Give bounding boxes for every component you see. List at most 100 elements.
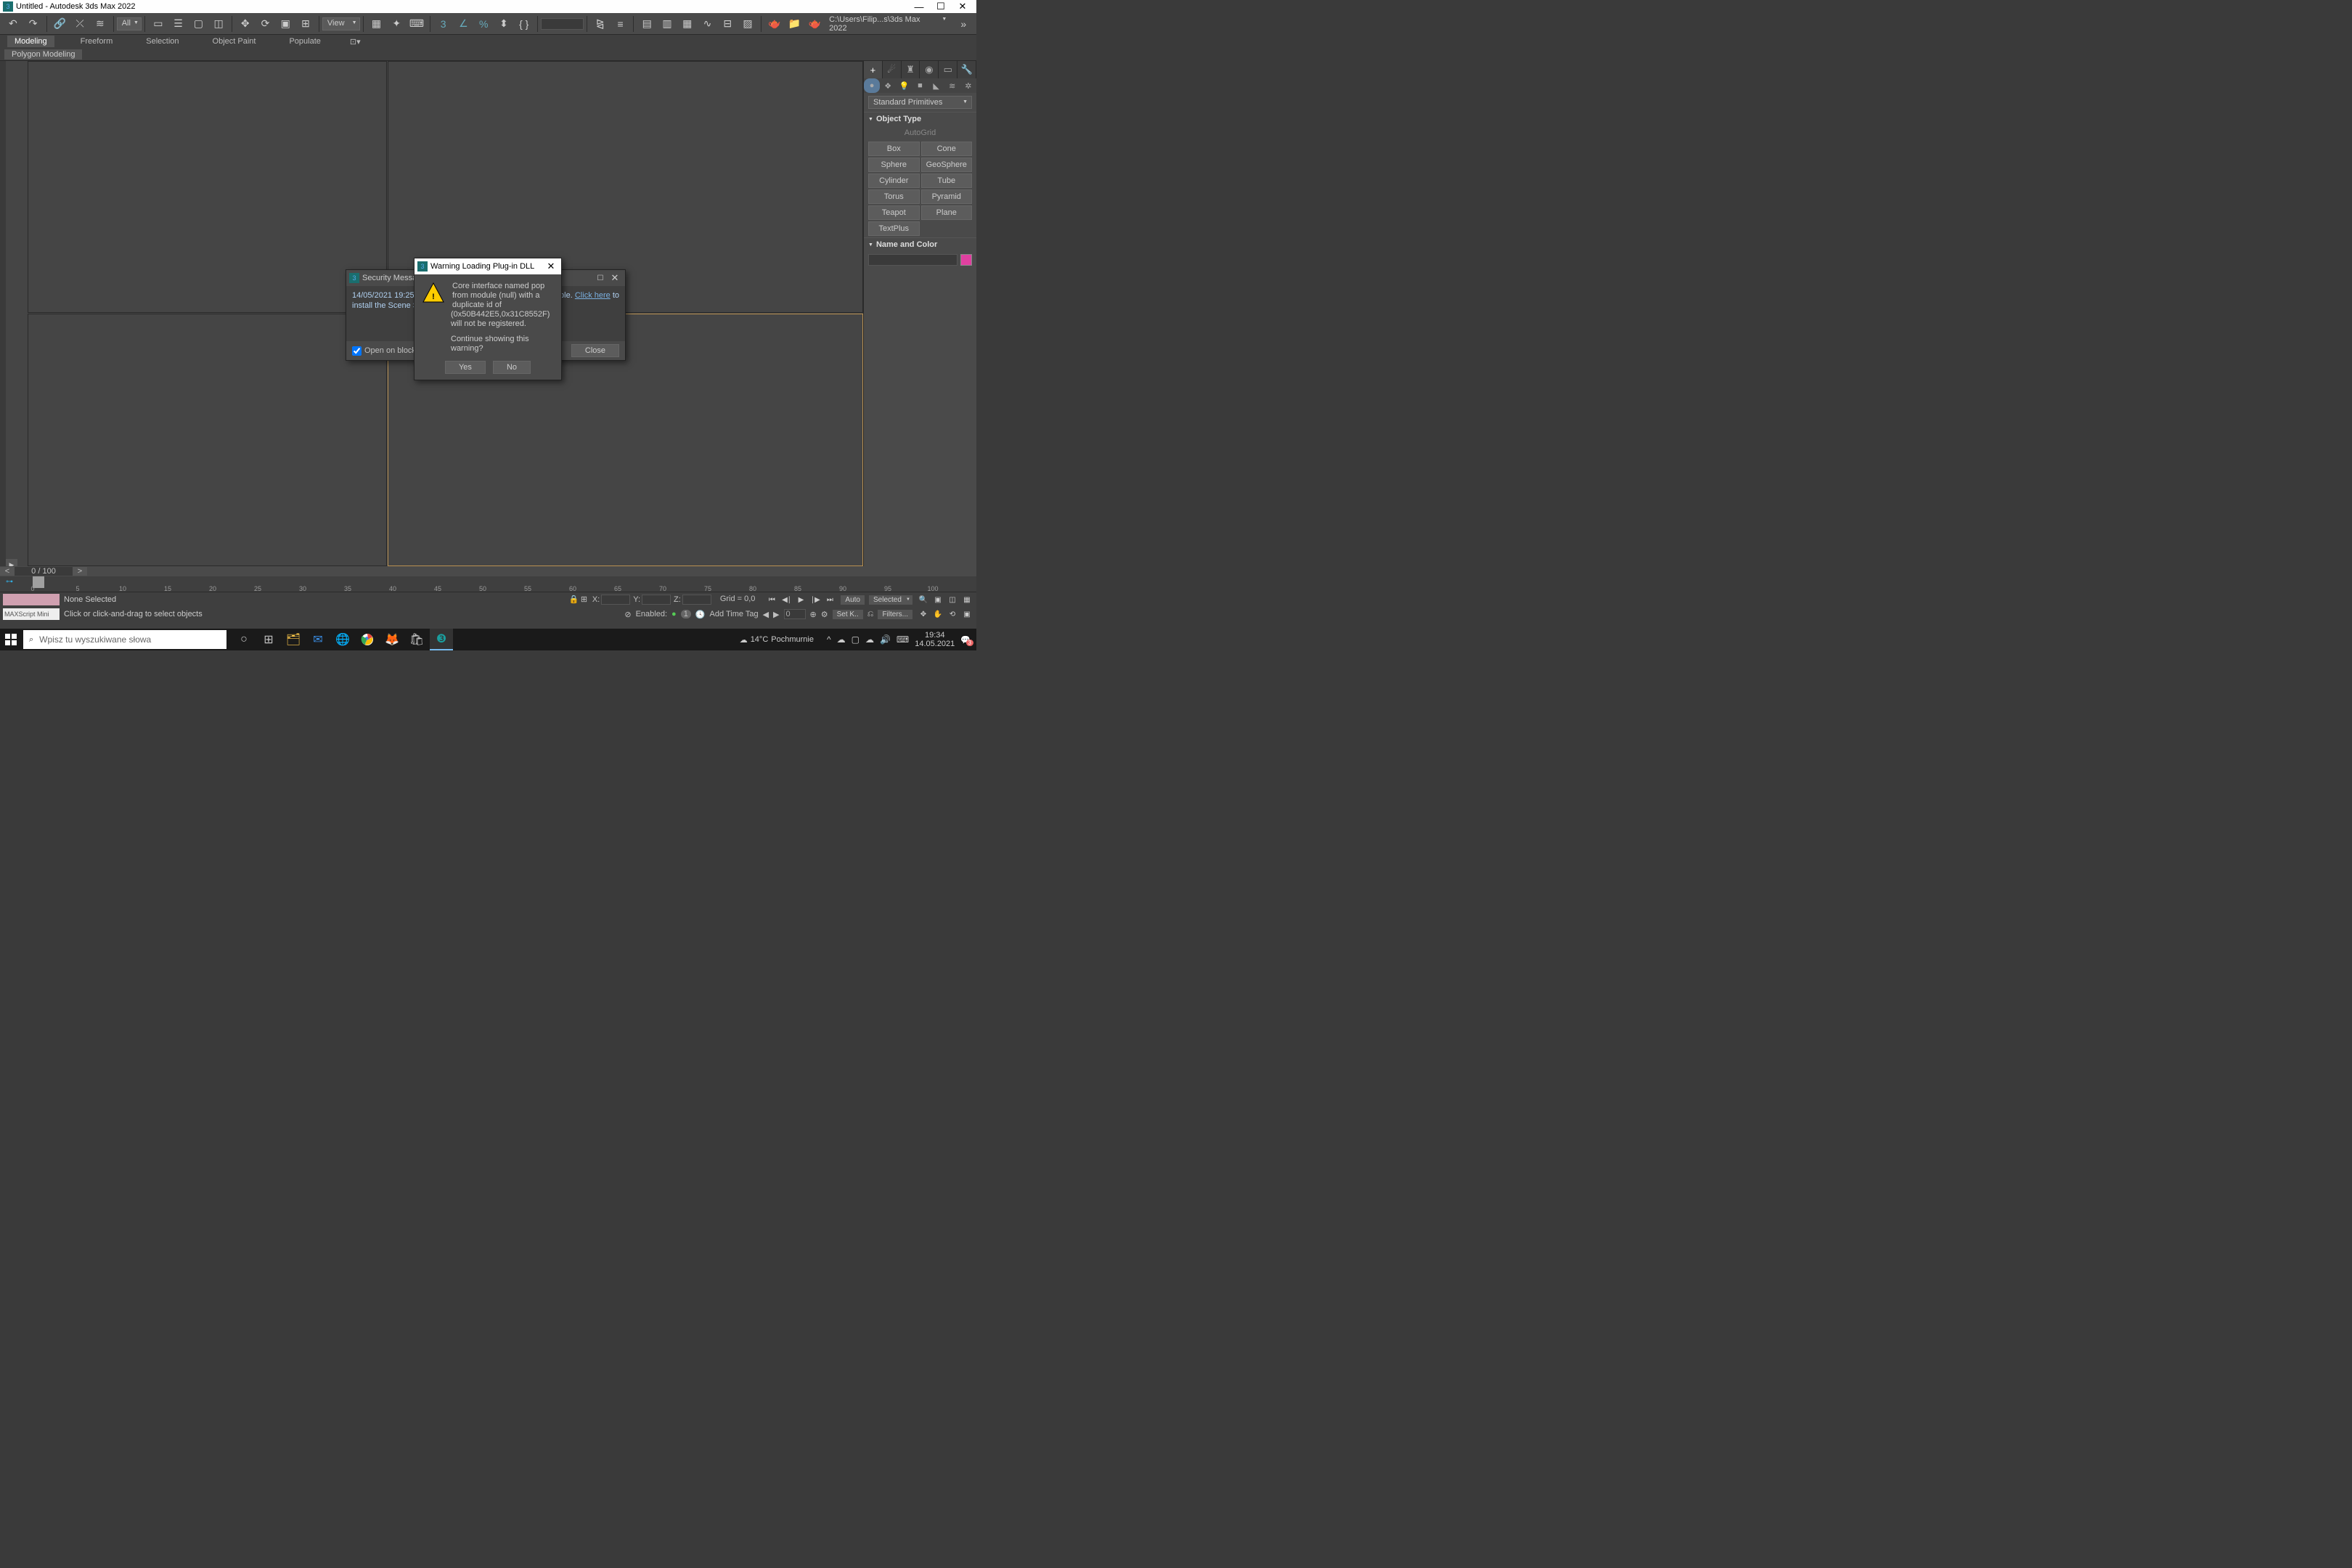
x-input[interactable] [601, 595, 630, 605]
ribbon-expand-button[interactable]: ⊡▾ [347, 36, 364, 48]
link-button[interactable]: 🔗 [51, 15, 68, 33]
named-selection-input[interactable] [541, 18, 584, 30]
volume-icon[interactable]: 🔊 [880, 634, 891, 645]
set-key-button[interactable]: Set K.. [833, 610, 863, 619]
layer-explorer-button[interactable]: ▤ [638, 15, 656, 33]
cmd-sub-geometry[interactable]: ● [864, 78, 880, 93]
timeline[interactable]: ⊶ 05101520253035404550556065707580859095… [0, 576, 976, 592]
rect-select-button[interactable]: ▢ [189, 15, 207, 33]
key-mode-button[interactable]: ⚙ [821, 610, 828, 619]
toggle-ribbon-button[interactable]: ▥ [658, 15, 676, 33]
timeline-key-icon[interactable]: ⊶ [6, 578, 13, 586]
next-frame-button[interactable]: ∣▶ [809, 594, 822, 605]
material-editor-button[interactable]: ⊟ [719, 15, 736, 33]
select-name-button[interactable]: ☰ [170, 15, 187, 33]
snap-3d-button[interactable]: 3 [435, 15, 452, 33]
language-icon[interactable]: ⌨ [897, 634, 909, 645]
curve-editor-button[interactable]: ▦ [679, 15, 696, 33]
firefox-icon[interactable]: 🦊 [380, 629, 404, 650]
move-button[interactable]: ✥ [237, 15, 254, 33]
render-frame-button[interactable]: 🫖 [766, 15, 783, 33]
lock-icon[interactable]: 🔒 [569, 595, 578, 605]
zoom-all-button[interactable]: ▣ [931, 594, 944, 605]
meet-now-icon[interactable]: ▢ [852, 634, 859, 645]
manipulate-button[interactable]: ✦ [388, 15, 405, 33]
taskbar-search[interactable]: ⌕ Wpisz tu wyszukiwane słowa [23, 630, 226, 649]
network-icon[interactable]: ☁ [865, 634, 874, 645]
obj-btn-torus[interactable]: Torus [868, 189, 920, 204]
constraint-button[interactable]: { } [515, 15, 533, 33]
cmd-tab-display[interactable]: ▭ [939, 61, 957, 78]
align-button[interactable]: ≡ [612, 15, 629, 33]
frame-next-button[interactable]: > [73, 567, 87, 576]
cmd-sub-cameras[interactable]: ■ [912, 78, 928, 93]
render-last-button[interactable]: 📁 [786, 15, 804, 33]
object-color-swatch[interactable] [960, 254, 972, 266]
security-maximize-button[interactable]: ☐ [593, 274, 608, 282]
spinner-snap-button[interactable]: ⬍ [495, 15, 513, 33]
close-button[interactable]: ✕ [952, 1, 973, 12]
sub-ribbon-polygon[interactable]: Polygon Modeling [4, 49, 82, 60]
rollout-name-color[interactable]: Name and Color [864, 237, 976, 251]
add-time-tag[interactable]: Add Time Tag [710, 610, 759, 618]
obj-btn-pyramid[interactable]: Pyramid [921, 189, 973, 204]
object-name-input[interactable] [868, 254, 957, 266]
walk-button[interactable]: ⟲ [946, 608, 959, 620]
render-setup-button[interactable]: ▨ [739, 15, 756, 33]
autogrid-checkbox[interactable]: AutoGrid [864, 126, 976, 140]
ribbon-tab-populate[interactable]: Populate [282, 36, 327, 47]
time-config-button[interactable]: ⊕ [810, 610, 817, 619]
ribbon-tab-freeform[interactable]: Freeform [73, 36, 121, 47]
chrome-icon[interactable] [356, 629, 379, 650]
obj-btn-teapot[interactable]: Teapot [868, 205, 920, 220]
project-path[interactable]: C:\Users\Filip...s\3ds Max 2022 [825, 14, 949, 34]
ref-coord-dropdown[interactable]: View [322, 17, 360, 30]
y-input[interactable] [642, 595, 671, 605]
obj-btn-cone[interactable]: Cone [921, 142, 973, 156]
edge-icon[interactable]: 🌐 [331, 629, 354, 650]
viewport-bottom-left[interactable] [28, 314, 387, 566]
security-click-here-link[interactable]: Click here [575, 291, 611, 300]
select-button[interactable]: ▭ [150, 15, 167, 33]
play-button[interactable]: ▶ [794, 594, 807, 605]
warning-close-button[interactable]: ✕ [544, 261, 558, 272]
obj-btn-textplus[interactable]: TextPlus [868, 221, 920, 236]
maximize-button[interactable]: ☐ [930, 1, 952, 12]
cortana-icon[interactable]: ○ [232, 629, 256, 650]
scale-button[interactable]: ▣ [277, 15, 294, 33]
time-tag-icon[interactable]: 🕓 [695, 610, 706, 619]
ribbon-tab-modeling[interactable]: Modeling [7, 36, 54, 47]
key-filters-icon[interactable]: ⎌ [867, 610, 874, 619]
taskview-icon[interactable]: ⊞ [257, 629, 280, 650]
obj-btn-tube[interactable]: Tube [921, 173, 973, 188]
cmd-sub-spacewarps[interactable]: ≋ [944, 78, 960, 93]
obj-btn-box[interactable]: Box [868, 142, 920, 156]
obj-btn-plane[interactable]: Plane [921, 205, 973, 220]
rotate-button[interactable]: ⟳ [257, 15, 274, 33]
keyboard-toggle-button[interactable]: ⌨ [408, 15, 425, 33]
key-filters-button[interactable]: Filters... [878, 610, 912, 619]
warning-no-button[interactable]: No [493, 361, 531, 374]
mail-icon[interactable]: ✉ [306, 629, 330, 650]
minimize-button[interactable]: — [908, 1, 930, 12]
max-toggle-button[interactable]: ▣ [960, 608, 973, 620]
warning-yes-button[interactable]: Yes [445, 361, 486, 374]
zoom-extents-button[interactable]: 🔍 [917, 594, 930, 605]
cmd-sub-helpers[interactable]: ◣ [928, 78, 944, 93]
cmd-tab-utilities[interactable]: 🔧 [957, 61, 976, 78]
isolate-icon[interactable]: ⊘ [624, 610, 631, 619]
undo-button[interactable]: ↶ [4, 15, 22, 33]
cmd-tab-motion[interactable]: ◉ [920, 61, 939, 78]
angle-snap-button[interactable]: ∠ [455, 15, 473, 33]
cmd-sub-systems[interactable]: ✲ [960, 78, 976, 93]
rollout-object-type[interactable]: Object Type [864, 112, 976, 126]
placement-button[interactable]: ⊞ [297, 15, 314, 33]
goto-start-button[interactable]: ⏮ [765, 594, 778, 605]
store-icon[interactable]: 🛍 [405, 629, 428, 650]
tray-expand-icon[interactable]: ^ [827, 634, 831, 645]
cmd-tab-hierarchy[interactable]: ♜ [902, 61, 920, 78]
cmd-sub-lights[interactable]: 💡 [896, 78, 912, 93]
z-input[interactable] [682, 595, 711, 605]
ribbon-tab-selection[interactable]: Selection [139, 36, 186, 47]
auto-key-button[interactable]: Auto [841, 595, 865, 605]
